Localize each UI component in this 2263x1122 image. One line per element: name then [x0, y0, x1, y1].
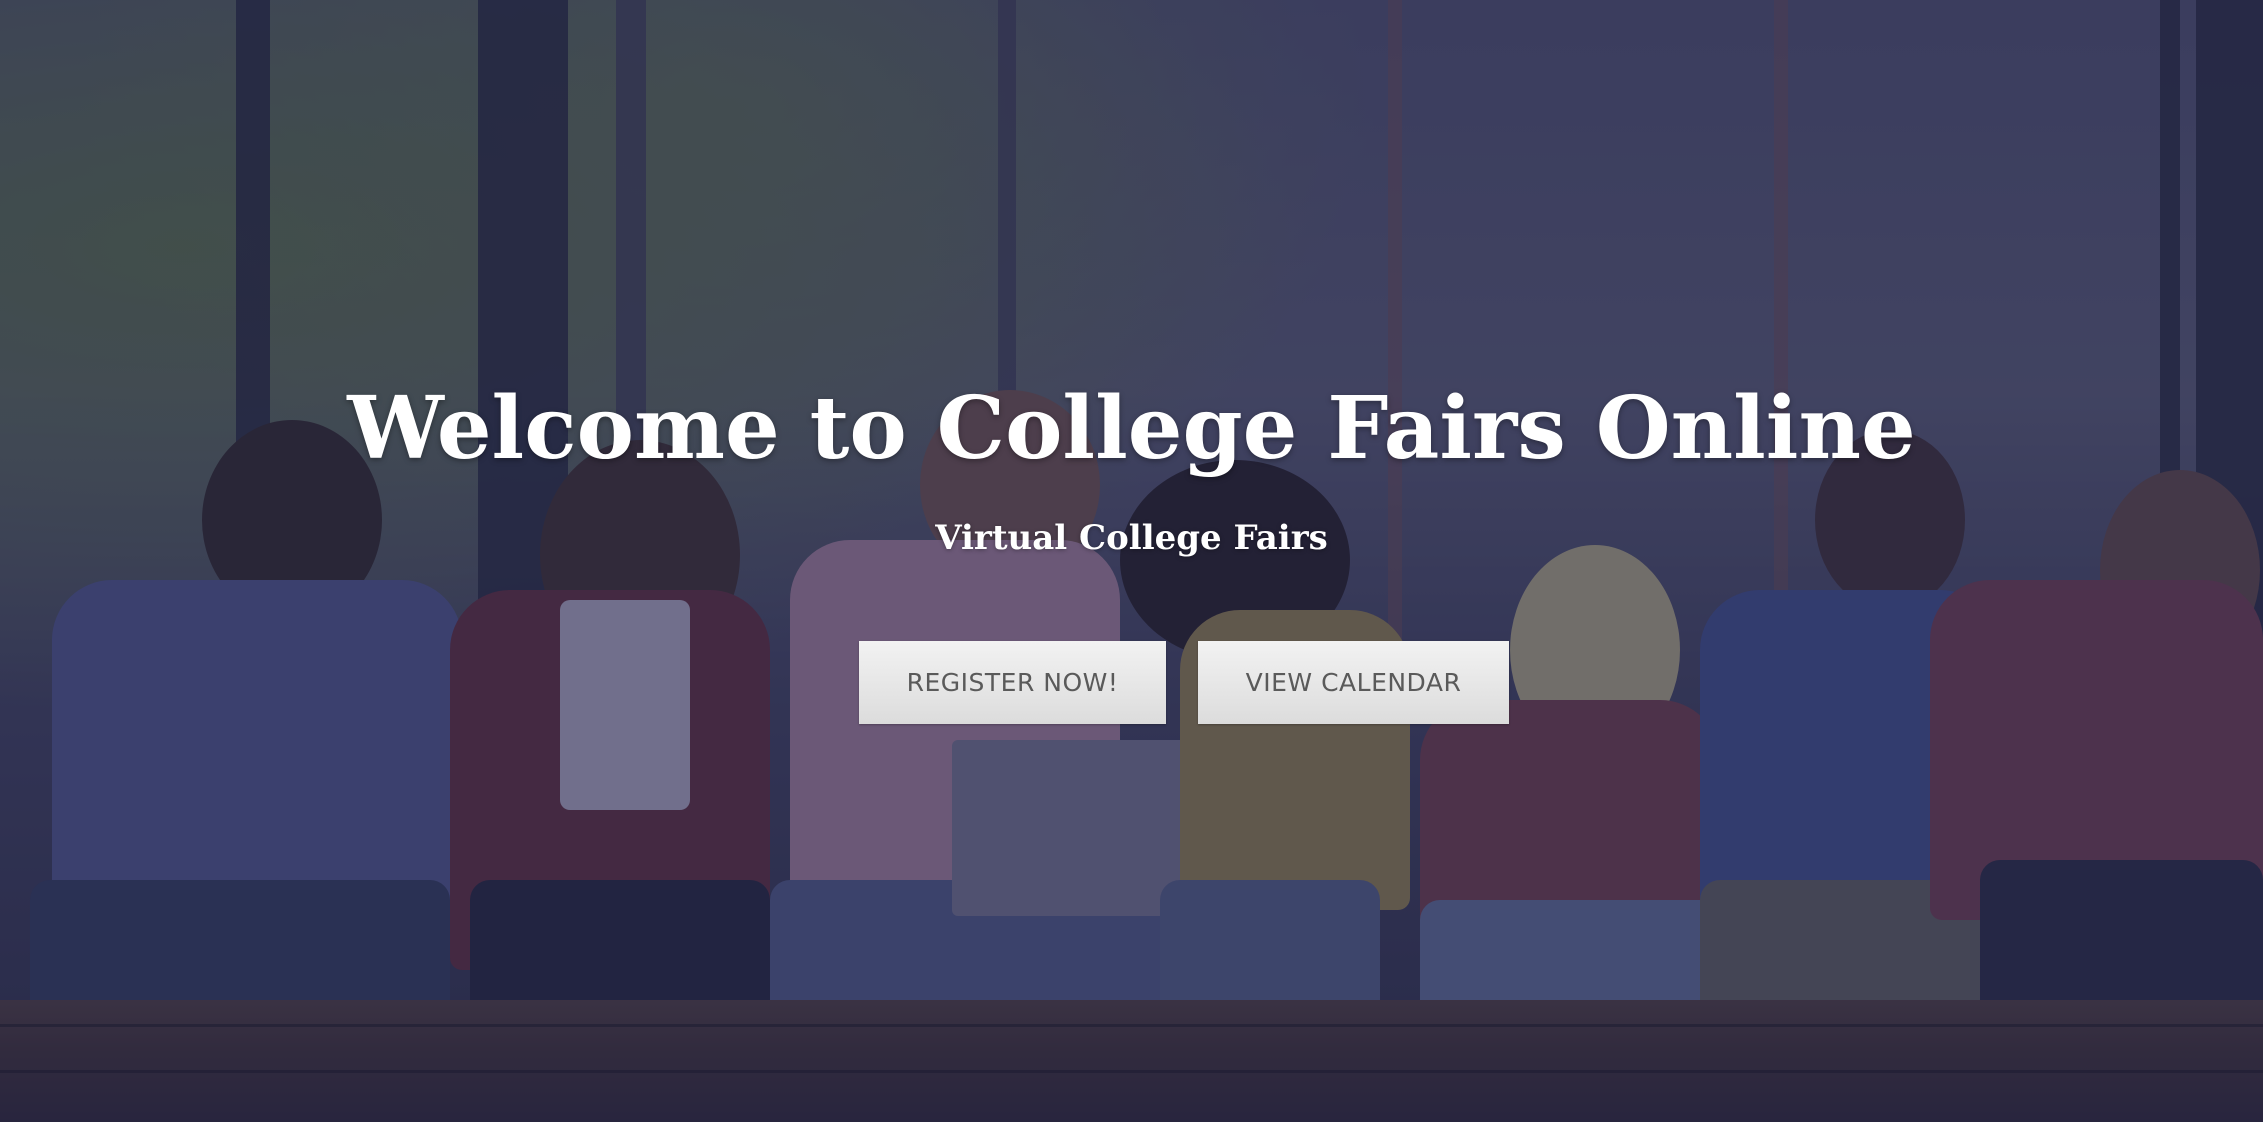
hero-section: Welcome to College Fairs Online Virtual … [0, 0, 2263, 1122]
page-subtitle: Virtual College Fairs [935, 518, 1328, 558]
view-calendar-button[interactable]: VIEW CALENDAR [1198, 641, 1509, 724]
register-now-button[interactable]: REGISTER NOW! [859, 641, 1166, 724]
page-title: Welcome to College Fairs Online [347, 378, 1916, 479]
hero-overlay [0, 0, 2263, 1122]
